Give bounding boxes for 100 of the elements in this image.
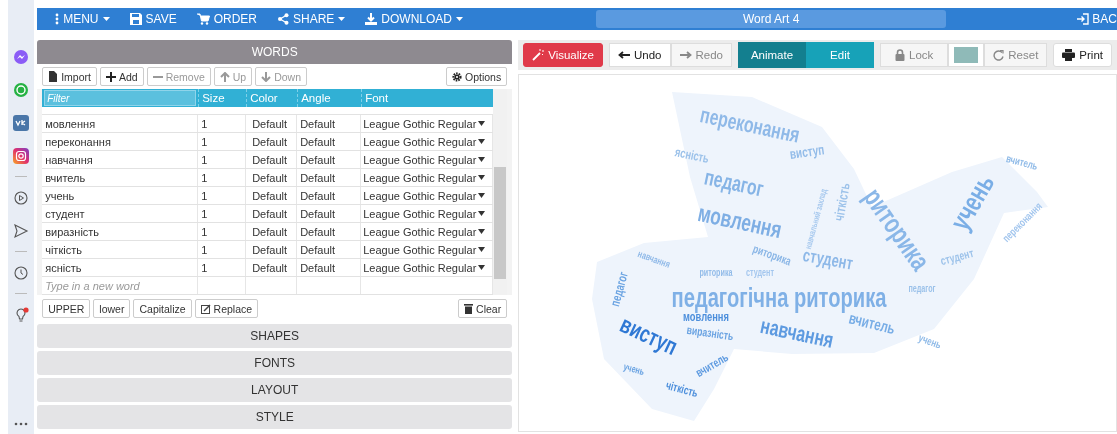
- play-icon[interactable]: [13, 189, 30, 206]
- clear-button[interactable]: Clear: [458, 299, 508, 318]
- save-icon: [129, 13, 142, 25]
- size-cell: 1: [198, 169, 247, 186]
- cloud-word[interactable]: вчитель: [1005, 151, 1040, 173]
- cloud-word[interactable]: риторика: [699, 267, 733, 279]
- cloud-word[interactable]: навчальний заклад: [803, 187, 830, 251]
- scrollbar[interactable]: [493, 89, 508, 295]
- mode-tab[interactable]: Animate: [738, 42, 806, 68]
- angle-cell: Default: [297, 115, 362, 132]
- color-cell: Default: [246, 241, 298, 258]
- cloud-word[interactable]: студент: [746, 267, 775, 279]
- cloud-word[interactable]: чіткість: [664, 378, 700, 400]
- column-header[interactable]: Color: [246, 89, 298, 107]
- messenger-icon[interactable]: [13, 48, 30, 65]
- cloud-word[interactable]: студент: [939, 246, 975, 268]
- section-header[interactable]: LAYOUT: [37, 378, 513, 402]
- arrow-up-icon: [219, 71, 230, 82]
- trash-icon: [464, 303, 474, 314]
- angle-cell: Default: [297, 223, 362, 240]
- undo-button[interactable]: Undo: [609, 43, 671, 67]
- cloud-word[interactable]: педагог: [607, 270, 631, 308]
- word-cell: ясність: [42, 259, 199, 276]
- case-button[interactable]: Capitalize: [133, 299, 192, 318]
- menu-button[interactable]: DOWNLOAD: [359, 12, 469, 26]
- more-icon[interactable]: [14, 422, 29, 426]
- toolbar-button[interactable]: Add: [99, 67, 144, 86]
- caret-icon: [478, 193, 486, 198]
- mode-tab[interactable]: Edit: [806, 42, 874, 68]
- caret-icon: [338, 17, 346, 21]
- file-icon: [48, 71, 59, 82]
- word-cell: студент: [42, 205, 199, 222]
- color-swatch[interactable]: [948, 43, 985, 67]
- caret-icon: [102, 17, 110, 21]
- document-title[interactable]: Word Art 4: [596, 10, 947, 28]
- cloud-word[interactable]: учень: [917, 331, 944, 351]
- cloud-word[interactable]: педагог: [908, 283, 936, 295]
- cloud-word[interactable]: виступ: [616, 310, 682, 360]
- clock-icon[interactable]: [13, 264, 30, 281]
- section-header[interactable]: STYLE: [37, 405, 513, 429]
- panel-header[interactable]: WORDS: [37, 40, 513, 64]
- cloud-word[interactable]: навчання: [758, 313, 836, 353]
- caret-icon: [478, 157, 486, 162]
- settings-icon: [452, 71, 462, 82]
- menu-button[interactable]: SHARE: [271, 12, 352, 26]
- angle-cell: Default: [297, 151, 362, 168]
- visualize-button[interactable]: Visualize: [523, 43, 603, 67]
- reset-icon: [993, 49, 1005, 61]
- edit-icon: [200, 303, 211, 314]
- word-cell: навчання: [42, 151, 199, 168]
- size-cell: 1: [198, 259, 247, 276]
- options-button[interactable]: Options: [446, 67, 508, 86]
- whatsapp-icon[interactable]: [13, 81, 30, 98]
- size-cell: 1: [198, 241, 247, 258]
- cloud-word[interactable]: мовлення: [695, 199, 785, 243]
- size-cell: 1: [198, 187, 247, 204]
- color-cell: Default: [246, 187, 298, 204]
- size-cell: 1: [198, 133, 247, 150]
- angle-cell: Default: [297, 169, 362, 186]
- back-button[interactable]: BAC: [1073, 12, 1117, 26]
- angle-cell: Default: [297, 133, 362, 150]
- caret-icon: [456, 17, 463, 21]
- lightbulb-icon[interactable]: [13, 306, 30, 323]
- case-button[interactable]: UPPER: [42, 299, 91, 318]
- cloud-word[interactable]: виразність: [686, 323, 735, 343]
- magic-wand-icon: [532, 49, 545, 61]
- print-button[interactable]: Print: [1053, 43, 1112, 67]
- cloud-word[interactable]: педагог: [702, 165, 766, 201]
- case-button[interactable]: Replace: [194, 299, 259, 318]
- filter-field[interactable]: Filter: [44, 90, 197, 106]
- arrow-down-icon: [261, 71, 272, 82]
- cloud-word[interactable]: учень: [622, 360, 646, 378]
- color-cell: Default: [246, 259, 298, 276]
- word-cell: чіткість: [42, 241, 199, 258]
- size-cell: 1: [198, 115, 247, 132]
- vk-icon[interactable]: [13, 114, 30, 131]
- color-cell: Default: [246, 205, 298, 222]
- menu-button[interactable]: SAVE: [123, 12, 183, 26]
- angle-cell: Default: [297, 259, 362, 276]
- column-header[interactable]: Size: [198, 89, 247, 107]
- instagram-icon[interactable]: [13, 147, 30, 164]
- caret-icon: [478, 229, 486, 234]
- arrow-left-icon: [618, 51, 630, 59]
- toolbar-button[interactable]: Import: [42, 67, 97, 86]
- send-icon[interactable]: [13, 222, 30, 239]
- size-cell: 1: [198, 151, 247, 168]
- column-header[interactable]: Angle: [297, 89, 362, 107]
- caret-icon: [478, 121, 486, 126]
- cloud-word[interactable]: навчання: [636, 247, 672, 271]
- section-header[interactable]: SHAPES: [37, 324, 513, 348]
- caret-icon: [478, 175, 486, 180]
- word-cell: вчитель: [42, 169, 199, 186]
- menu-button[interactable]: ORDER: [190, 12, 263, 26]
- menu-button[interactable]: MENU: [49, 12, 116, 26]
- word-cell: переконання: [42, 133, 199, 150]
- case-button[interactable]: lower: [93, 299, 131, 318]
- cloud-word[interactable]: риторика: [751, 242, 793, 268]
- menu-icon: [55, 13, 60, 25]
- section-header[interactable]: FONTS: [37, 351, 513, 375]
- cloud-word[interactable]: чіткість: [830, 181, 854, 223]
